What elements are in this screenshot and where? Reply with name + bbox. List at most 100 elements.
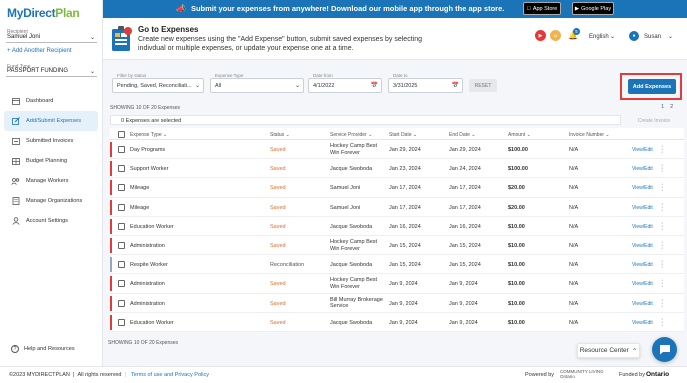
table-row[interactable]: Education Worker Saved Jacque Swoboda Jan 1… xyxy=(110,216,684,236)
table-row[interactable]: Administration Saved Hockey Camp Best Win … xyxy=(110,274,684,294)
table-row[interactable]: Day Programs Saved Hockey Camp Best Win Fo… xyxy=(110,140,684,160)
sidebar-item-dashboard[interactable]: Dashboard xyxy=(4,91,98,111)
more-options-icon[interactable]: · · · xyxy=(661,181,665,194)
google-play-button[interactable]: ▶ Google Play xyxy=(572,2,614,15)
row-checkbox[interactable] xyxy=(118,318,125,326)
table-row[interactable]: Respite Worker Reconciliation Jacque Swobo… xyxy=(110,255,684,275)
view-edit-link[interactable]: View/Edit xyxy=(632,224,653,230)
user-name[interactable]: Susan xyxy=(644,34,661,40)
column-header-expense-type[interactable]: Expense Type ⌄ xyxy=(130,132,167,138)
row-checkbox[interactable] xyxy=(118,203,125,211)
more-options-icon[interactable]: · · · xyxy=(661,277,665,290)
row-status-flag xyxy=(110,295,112,311)
funded-by-label: Funded by xyxy=(619,372,645,378)
app-store-button[interactable]:  App Store xyxy=(523,2,561,15)
fund-type-select[interactable]: PASSPORT FUNDING ⌄ xyxy=(6,67,97,77)
end-date-cell: Jan 24, 2024 xyxy=(449,166,481,173)
assistant-icon[interactable]: ☺ xyxy=(550,30,561,41)
invoice-number-cell: N/A xyxy=(569,204,579,211)
chevron-down-icon[interactable]: ⌄ xyxy=(610,33,615,40)
add-recipient-link[interactable]: + Add Another Recipient xyxy=(7,48,72,54)
view-edit-link[interactable]: View/Edit xyxy=(632,320,653,326)
row-checkbox[interactable] xyxy=(118,184,125,192)
dashboard-icon xyxy=(11,97,20,105)
view-edit-link[interactable]: View/Edit xyxy=(632,147,653,153)
chevron-down-icon: ⌄ xyxy=(194,83,200,89)
more-options-icon[interactable]: · · · xyxy=(661,297,665,310)
more-options-icon[interactable]: · · · xyxy=(661,220,665,233)
expense-type-cell: Administration xyxy=(130,242,165,249)
row-checkbox[interactable] xyxy=(118,165,125,173)
resource-center-button[interactable]: Resource Center ⌃ xyxy=(577,343,640,358)
view-edit-link[interactable]: View/Edit xyxy=(632,166,653,172)
row-checkbox[interactable] xyxy=(118,299,125,307)
help-resources-link[interactable]: ? Help and Resources xyxy=(11,345,75,353)
create-invoice-button[interactable]: Create Invoice xyxy=(629,116,679,125)
table-row[interactable]: Mileage Saved Samuel Joni Jan 17, 2024 Jan 1… xyxy=(110,197,684,217)
date-to-field[interactable]: Date to 3/31/2025 📅 xyxy=(388,73,463,93)
youtube-icon[interactable]: ▶ xyxy=(535,30,546,41)
sidebar-item-account-settings[interactable]: Account Settings xyxy=(4,211,98,231)
terms-link[interactable]: Terms of use and Privacy Policy xyxy=(131,372,209,378)
calendar-icon[interactable]: 📅 xyxy=(452,82,459,89)
recipient-select[interactable]: Samuel Joni ⌄ xyxy=(6,33,97,43)
view-edit-link[interactable]: View/Edit xyxy=(632,185,653,191)
table-row[interactable]: Education Worker Saved Jacque Swoboda Jan 9… xyxy=(110,312,684,332)
date-from-field[interactable]: Date from 4/1/2022 📅 xyxy=(308,73,382,93)
column-header-amount[interactable]: Amount ⌄ xyxy=(508,132,531,138)
row-checkbox[interactable] xyxy=(118,146,125,153)
date-from-label: Date from xyxy=(312,73,334,78)
more-options-icon[interactable]: · · · xyxy=(661,201,665,214)
sidebar-item-budget-planning[interactable]: Budget Planning xyxy=(4,151,98,171)
view-edit-link[interactable]: View/Edit xyxy=(632,281,653,287)
service-provider-cell: Jacque Swoboda xyxy=(330,262,373,269)
table-row[interactable]: Administration Saved Hockey Camp Best Win … xyxy=(110,235,684,256)
start-date-cell: Jan 17, 2024 xyxy=(389,204,421,211)
sidebar: MyDirectPlan Recipient Samuel Joni ⌄ + A… xyxy=(0,0,103,366)
column-header-status[interactable]: Status ⌄ xyxy=(270,132,290,138)
table-row[interactable]: Administration Saved Bill Murray Brokerage… xyxy=(110,293,684,313)
column-header-end-date[interactable]: End Date ⌄ xyxy=(449,132,475,138)
calendar-icon[interactable]: 📅 xyxy=(371,82,378,89)
avatar[interactable]: ● xyxy=(629,31,639,41)
view-edit-link[interactable]: View/Edit xyxy=(632,301,653,307)
more-options-icon[interactable]: · · · xyxy=(661,143,665,156)
amount-cell: $100.00 xyxy=(508,166,528,173)
language-select[interactable]: English xyxy=(589,34,609,40)
invoice-number-cell: N/A xyxy=(569,242,579,249)
column-header-invoice-number[interactable]: Invoice Number ⌄ xyxy=(569,132,610,138)
expense-type-filter[interactable]: Expense Type All ⌄ xyxy=(210,73,304,93)
row-checkbox[interactable] xyxy=(118,222,125,230)
column-header-service-provider[interactable]: Service Provider ⌄ xyxy=(330,132,372,138)
view-edit-link[interactable]: View/Edit xyxy=(632,262,653,268)
chat-button[interactable] xyxy=(652,337,677,362)
table-row[interactable]: Mileage Saved Samuel Joni Jan 17, 2024 Jan 1… xyxy=(110,178,684,198)
more-options-icon[interactable]: · · · xyxy=(661,316,665,329)
add-expenses-button[interactable]: Add Expenses xyxy=(628,79,676,94)
page-1-link[interactable]: 1 xyxy=(661,104,664,110)
row-checkbox[interactable] xyxy=(118,261,125,269)
more-options-icon[interactable]: · · · xyxy=(661,162,665,175)
select-all-checkbox[interactable] xyxy=(118,131,125,138)
row-checkbox[interactable] xyxy=(118,280,125,288)
chevron-down-icon: ⌄ xyxy=(89,69,95,75)
row-checkbox[interactable] xyxy=(118,241,125,249)
page-2-link[interactable]: 2 xyxy=(670,104,673,110)
status-filter[interactable]: Filter by status Pending, Saved, Reconci… xyxy=(112,73,204,93)
resource-center-label: Resource Center xyxy=(579,347,629,354)
end-date-cell: Jan 9, 2024 xyxy=(449,281,478,288)
mydirectplan-logo[interactable]: MyDirectPlan xyxy=(7,6,80,20)
view-edit-link[interactable]: View/Edit xyxy=(632,205,653,211)
more-options-icon[interactable]: · · · xyxy=(661,258,665,271)
view-edit-link[interactable]: View/Edit xyxy=(632,243,653,249)
sidebar-item-add-submit-expenses[interactable]: Add/Submit Expenses xyxy=(4,111,98,131)
sidebar-item-submitted-invoices[interactable]: Submitted Invoices xyxy=(4,131,98,151)
reset-button[interactable]: RESET xyxy=(469,79,497,92)
more-options-icon[interactable]: · · · xyxy=(661,239,665,252)
table-row[interactable]: Support Worker Saved Jacque Swoboda Jan 23,… xyxy=(110,159,684,179)
service-provider-cell: Hockey Camp Best Win Forever xyxy=(330,238,378,252)
chevron-down-icon[interactable]: ⌄ xyxy=(668,33,673,40)
sidebar-item-manage-workers[interactable]: Manage Workers xyxy=(4,171,98,191)
sidebar-item-manage-organizations[interactable]: Manage Organizations xyxy=(4,191,98,211)
column-header-start-date[interactable]: Start Date ⌄ xyxy=(389,132,417,138)
